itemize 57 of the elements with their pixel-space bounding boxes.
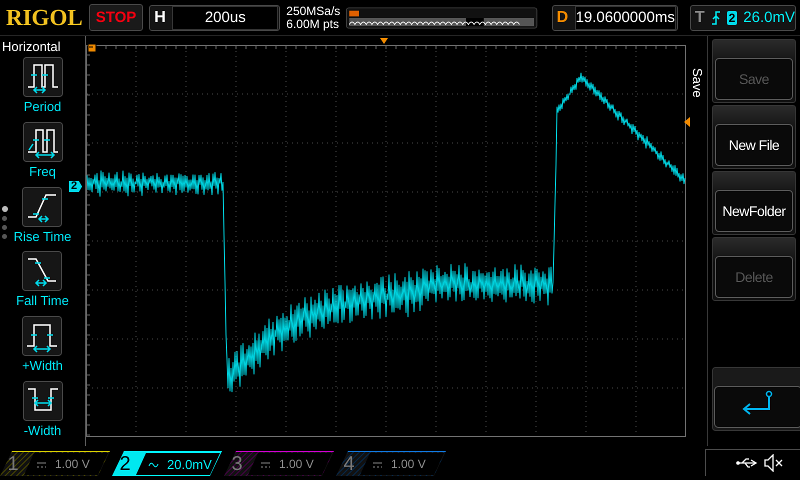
trigger-level: 26.0mV: [743, 9, 795, 26]
measure-button[interactable]: Freq: [22, 122, 62, 187]
channel-tab[interactable]: 1 1.00 V: [0, 451, 110, 476]
measure-button[interactable]: -Width: [22, 381, 62, 446]
trigger-position-marker: [380, 38, 388, 44]
timebase-display[interactable]: H 200us: [149, 4, 280, 30]
timebase-value: 200us: [172, 6, 278, 30]
frequency-icon: [22, 122, 62, 162]
menu-button[interactable]: New File: [712, 105, 796, 169]
measure-button[interactable]: +Width: [22, 316, 63, 382]
delay-value: 19.0600000ms: [574, 6, 676, 30]
dc-coupling-icon: [372, 460, 383, 468]
panel-title: Horizontal: [1, 39, 61, 54]
channel-number: 1: [6, 452, 20, 476]
rising-edge-icon: [710, 10, 721, 26]
channel-tab[interactable]: 4 1.00 V: [336, 451, 446, 476]
channel-tab[interactable]: 3 1.00 V: [224, 451, 334, 476]
trigger-label: T: [694, 8, 705, 26]
dc-coupling-icon: [260, 460, 271, 468]
return-button[interactable]: [712, 367, 800, 431]
measure-button[interactable]: Rise Time: [14, 186, 72, 252]
sample-rate: 250MSa/s: [286, 4, 340, 18]
speaker-muted-icon: [764, 454, 784, 472]
channel-number: 2: [118, 452, 132, 476]
brand-logo: RIGOL: [6, 4, 83, 30]
channel-marker[interactable]: 2: [69, 181, 82, 192]
channel-number: 4: [342, 452, 356, 476]
timebase-label: H: [154, 8, 167, 26]
channel-number: 3: [230, 452, 244, 476]
page-dot[interactable]: [2, 206, 8, 212]
delay-label: D: [556, 8, 570, 26]
fall-time-icon: [22, 251, 62, 292]
page-dot[interactable]: [2, 216, 7, 221]
menu-title: Save: [690, 68, 705, 100]
measure-button[interactable]: Fall Time: [16, 251, 69, 316]
page-dot[interactable]: [2, 225, 7, 230]
usb-icon: [736, 457, 758, 469]
negative-width-icon: [22, 381, 62, 422]
dc-coupling-icon: [36, 460, 47, 468]
channel-scale: 1.00 V: [279, 457, 314, 471]
channel-scale: 1.00 V: [391, 457, 426, 471]
run-stop-button[interactable]: STOP: [88, 4, 144, 31]
delay-display[interactable]: D 19.0600000ms: [552, 4, 678, 30]
menu-button[interactable]: NewFolder: [712, 171, 796, 235]
memory-depth: 6.00M pts: [286, 18, 340, 30]
trigger-source: 2: [726, 10, 738, 24]
rise-time-icon: [22, 186, 62, 227]
positive-width-icon: [22, 316, 62, 356]
channel-scale: 20.0mV: [167, 456, 212, 472]
trigger-display[interactable]: T 2 26.0mV: [690, 4, 796, 30]
page-dot[interactable]: [2, 234, 7, 239]
period-icon: [22, 57, 62, 97]
channel-tab[interactable]: 2 20.0mV: [112, 451, 222, 476]
measure-button[interactable]: Period: [22, 57, 62, 122]
trigger-level-marker: [684, 117, 690, 127]
channel-scale: 1.00 V: [55, 457, 90, 471]
ac-coupling-icon: [148, 460, 159, 468]
